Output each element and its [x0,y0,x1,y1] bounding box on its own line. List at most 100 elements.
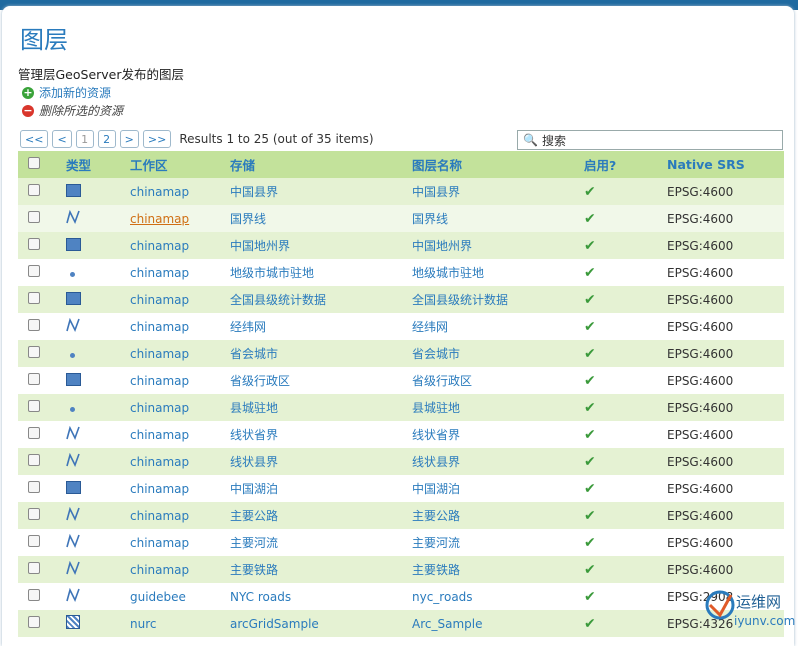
layer-name-link[interactable]: 县城驻地 [412,401,460,415]
row-checkbox[interactable] [28,373,40,385]
row-checkbox[interactable] [28,400,40,412]
layer-name-link[interactable]: Arc_Sample [412,617,482,631]
page-1-button[interactable]: 1 [75,130,94,148]
workspace-link[interactable]: chinamap [130,212,189,226]
prev-page-button[interactable]: < [52,130,72,148]
table-row: chinamap 主要铁路 主要铁路 ✔ EPSG:4600 [18,556,784,583]
row-checkbox[interactable] [28,562,40,574]
row-checkbox[interactable] [28,292,40,304]
store-link[interactable]: 省级行政区 [230,374,290,388]
layer-name-link[interactable]: 主要铁路 [412,563,460,577]
store-link[interactable]: 线状县界 [230,455,278,469]
store-link[interactable]: 主要河流 [230,536,278,550]
row-checkbox[interactable] [28,184,40,196]
layer-name-link[interactable]: 省级行政区 [412,374,472,388]
store-link[interactable]: 全国县级统计数据 [230,293,326,307]
first-page-button[interactable]: << [20,130,49,148]
workspace-link[interactable]: chinamap [130,509,189,523]
layer-type-line-icon [66,556,130,583]
workspace-link[interactable]: chinamap [130,401,189,415]
store-link[interactable]: 省会城市 [230,347,278,361]
layer-name-link[interactable]: 中国县界 [412,185,460,199]
header-native-srs[interactable]: Native SRS [667,151,784,178]
store-link[interactable]: arcGridSample [230,617,319,631]
enabled-check-icon: ✔ [584,264,596,281]
layer-type-polygon-icon [66,286,130,313]
layer-name-link[interactable]: 全国县级统计数据 [412,293,508,307]
select-all-cell [18,151,66,178]
layer-name-link[interactable]: 线状省界 [412,428,460,442]
store-link[interactable]: 经纬网 [230,320,266,334]
layer-type-point-icon [66,259,130,286]
workspace-link[interactable]: nurc [130,617,156,631]
row-select-cell [18,556,66,583]
header-workspace[interactable]: 工作区 [130,151,230,178]
select-all-checkbox[interactable] [28,157,40,169]
workspace-link[interactable]: chinamap [130,347,189,361]
row-checkbox[interactable] [28,427,40,439]
row-checkbox[interactable] [28,211,40,223]
store-link[interactable]: 主要铁路 [230,563,278,577]
search-input[interactable]: 🔍 搜索 [517,130,783,150]
store-link[interactable]: 中国湖泊 [230,482,278,496]
layer-name-link[interactable]: 主要河流 [412,536,460,550]
row-select-cell [18,232,66,259]
store-link[interactable]: 中国县界 [230,185,278,199]
workspace-link[interactable]: chinamap [130,266,189,280]
row-checkbox[interactable] [28,238,40,250]
workspace-link[interactable]: chinamap [130,428,189,442]
row-checkbox[interactable] [28,481,40,493]
page-2-button[interactable]: 2 [97,130,116,148]
workspace-link[interactable]: chinamap [130,455,189,469]
row-checkbox[interactable] [28,346,40,358]
layer-name-link[interactable]: 线状县界 [412,455,460,469]
layer-name-link[interactable]: 省会城市 [412,347,460,361]
store-link[interactable]: 线状省界 [230,428,278,442]
remove-selected-link[interactable]: − 删除所选的资源 [22,102,123,119]
row-checkbox[interactable] [28,616,40,628]
store-link[interactable]: NYC roads [230,590,291,604]
table-row: chinamap 线状县界 线状县界 ✔ EPSG:4600 [18,448,784,475]
workspace-link[interactable]: chinamap [130,293,189,307]
add-resource-link[interactable]: + 添加新的资源 [22,84,111,101]
layer-type-line-icon [66,448,130,475]
store-link[interactable]: 县城驻地 [230,401,278,415]
layer-name-link[interactable]: 中国湖泊 [412,482,460,496]
header-type[interactable]: 类型 [66,151,130,178]
search-placeholder: 搜索 [541,133,566,148]
workspace-link[interactable]: chinamap [130,482,189,496]
workspace-link[interactable]: chinamap [130,374,189,388]
row-checkbox[interactable] [28,508,40,520]
row-select-cell [18,502,66,529]
workspace-link[interactable]: chinamap [130,563,189,577]
layer-name-link[interactable]: 国界线 [412,212,448,226]
row-checkbox[interactable] [28,589,40,601]
workspace-link[interactable]: chinamap [130,185,189,199]
workspace-link[interactable]: chinamap [130,320,189,334]
layer-name-link[interactable]: 地级城市驻地 [412,266,484,280]
workspace-link[interactable]: chinamap [130,239,189,253]
store-link[interactable]: 主要公路 [230,509,278,523]
next-page-button[interactable]: > [119,130,139,148]
row-checkbox[interactable] [28,319,40,331]
store-link[interactable]: 地级市城市驻地 [230,266,314,280]
header-store[interactable]: 存储 [230,151,412,178]
layer-name-link[interactable]: 经纬网 [412,320,448,334]
layer-name-link[interactable]: 主要公路 [412,509,460,523]
row-checkbox[interactable] [28,535,40,547]
enabled-check-icon: ✔ [584,534,596,551]
store-link[interactable]: 中国地州界 [230,239,290,253]
row-checkbox[interactable] [28,265,40,277]
row-select-cell [18,313,66,340]
layer-name-link[interactable]: nyc_roads [412,590,473,604]
store-link[interactable]: 国界线 [230,212,266,226]
enabled-check-icon: ✔ [584,210,596,227]
last-page-button[interactable]: >> [142,130,172,148]
workspace-link[interactable]: chinamap [130,536,189,550]
header-enabled[interactable]: 启用? [584,151,667,178]
native-srs: EPSG:4600 [667,292,734,307]
layer-name-link[interactable]: 中国地州界 [412,239,472,253]
row-checkbox[interactable] [28,454,40,466]
header-layer-name[interactable]: 图层名称 [412,151,584,178]
workspace-link[interactable]: guidebee [130,590,186,604]
